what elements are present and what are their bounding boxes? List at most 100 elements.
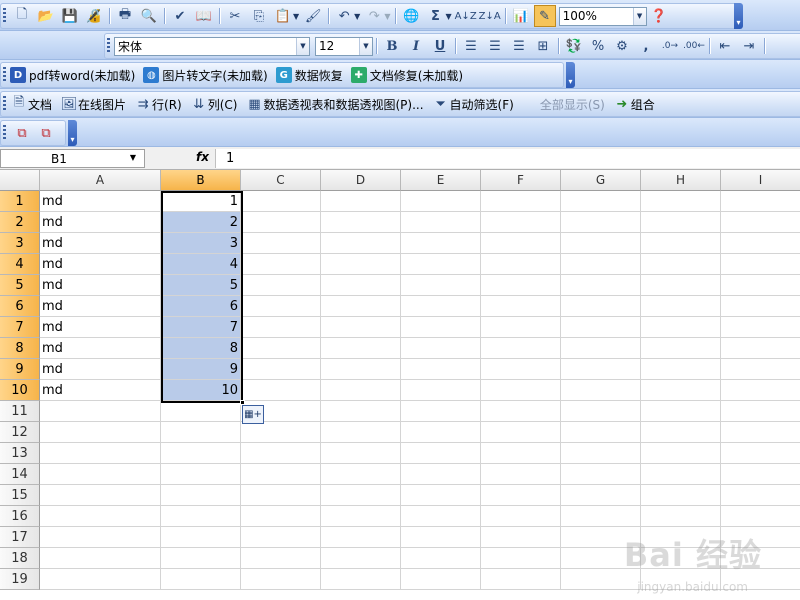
cell-a4[interactable]: md	[40, 254, 161, 275]
cell-b17[interactable]	[161, 527, 241, 548]
pivot-item-autofilter[interactable]: ⏷ 自动筛选(F)	[432, 93, 513, 115]
cell-i4[interactable]	[721, 254, 800, 275]
row-header-14[interactable]: 14	[0, 464, 40, 485]
cell-h16[interactable]	[641, 506, 721, 527]
cell-i3[interactable]	[721, 233, 800, 254]
print-preview-icon[interactable]: 🔍	[138, 5, 160, 27]
cell-d8[interactable]	[321, 338, 401, 359]
chart-wizard-icon[interactable]: 📊	[510, 5, 532, 27]
autofill-options-icon[interactable]: ▦+	[242, 405, 264, 424]
cell-b3[interactable]: 3	[161, 233, 241, 254]
pdf-options-icon[interactable]: ⧉	[35, 122, 57, 144]
column-header-d[interactable]: D	[321, 170, 401, 191]
cell-g12[interactable]	[561, 422, 641, 443]
cell-d16[interactable]	[321, 506, 401, 527]
toolbar-options-icon[interactable]: ▾	[734, 3, 743, 29]
row-header-17[interactable]: 17	[0, 527, 40, 548]
cell-f15[interactable]	[481, 485, 561, 506]
row-header-4[interactable]: 4	[0, 254, 40, 275]
cell-d1[interactable]	[321, 191, 401, 212]
permission-icon[interactable]: 🔏	[83, 5, 105, 27]
comma-button[interactable]: ,	[635, 35, 657, 57]
cell-b2[interactable]: 2	[161, 212, 241, 233]
cell-c6[interactable]	[241, 296, 321, 317]
column-header-a[interactable]: A	[40, 170, 161, 191]
font-name-combo[interactable]: 宋体 ▼	[114, 36, 310, 56]
select-all-corner[interactable]	[0, 170, 40, 191]
cell-b9[interactable]: 9	[161, 359, 241, 380]
cell-d4[interactable]	[321, 254, 401, 275]
cell-f8[interactable]	[481, 338, 561, 359]
cell-b4[interactable]: 4	[161, 254, 241, 275]
column-header-b[interactable]: B	[161, 170, 241, 191]
cell-a1[interactable]: md	[40, 191, 161, 212]
cell-a11[interactable]	[40, 401, 161, 422]
zoom-combo[interactable]: 100% ▼	[558, 6, 647, 26]
cell-e19[interactable]	[401, 569, 481, 590]
currency-icon[interactable]: 💱	[563, 35, 585, 57]
cell-c9[interactable]	[241, 359, 321, 380]
print-icon[interactable]: 🖶	[114, 5, 136, 27]
cell-a3[interactable]: md	[40, 233, 161, 254]
cell-d6[interactable]	[321, 296, 401, 317]
cell-a19[interactable]	[40, 569, 161, 590]
cell-c16[interactable]	[241, 506, 321, 527]
row-header-8[interactable]: 8	[0, 338, 40, 359]
cell-i14[interactable]	[721, 464, 800, 485]
cell-e18[interactable]	[401, 548, 481, 569]
cell-e14[interactable]	[401, 464, 481, 485]
row-header-9[interactable]: 9	[0, 359, 40, 380]
name-box[interactable]: B1 ▼	[0, 149, 145, 168]
cell-f1[interactable]	[481, 191, 561, 212]
sort-ascending-icon[interactable]: A↓Z	[455, 5, 477, 27]
cell-d10[interactable]	[321, 380, 401, 401]
cell-h5[interactable]	[641, 275, 721, 296]
cell-a5[interactable]: md	[40, 275, 161, 296]
cell-e15[interactable]	[401, 485, 481, 506]
cell-d7[interactable]	[321, 317, 401, 338]
cell-f16[interactable]	[481, 506, 561, 527]
row-header-16[interactable]: 16	[0, 506, 40, 527]
cell-b15[interactable]	[161, 485, 241, 506]
cell-h15[interactable]	[641, 485, 721, 506]
cell-i9[interactable]	[721, 359, 800, 380]
cell-c8[interactable]	[241, 338, 321, 359]
pivot-item-show-all[interactable]: 全部显示(S)	[540, 96, 605, 113]
cell-g2[interactable]	[561, 212, 641, 233]
cell-b12[interactable]	[161, 422, 241, 443]
cell-g7[interactable]	[561, 317, 641, 338]
toolbar-options-icon[interactable]: ▾	[566, 62, 575, 88]
row-header-3[interactable]: 3	[0, 233, 40, 254]
euro-icon[interactable]: ⚙	[611, 35, 633, 57]
cell-h2[interactable]	[641, 212, 721, 233]
paste-icon[interactable]: 📋	[272, 5, 294, 27]
cell-g1[interactable]	[561, 191, 641, 212]
cell-h4[interactable]	[641, 254, 721, 275]
cell-i11[interactable]	[721, 401, 800, 422]
ext-item-doc-repair[interactable]: ✚ 文档修复(未加载)	[350, 67, 463, 84]
cell-i5[interactable]	[721, 275, 800, 296]
cell-g6[interactable]	[561, 296, 641, 317]
cell-d11[interactable]	[321, 401, 401, 422]
cell-e11[interactable]	[401, 401, 481, 422]
cell-f6[interactable]	[481, 296, 561, 317]
cell-d19[interactable]	[321, 569, 401, 590]
cell-f9[interactable]	[481, 359, 561, 380]
research-icon[interactable]: 📖	[193, 5, 215, 27]
pivot-item-doc[interactable]: 🗎 文档	[10, 93, 52, 115]
row-header-6[interactable]: 6	[0, 296, 40, 317]
decrease-decimal-icon[interactable]: .00←	[683, 35, 705, 57]
row-header-13[interactable]: 13	[0, 443, 40, 464]
cell-h7[interactable]	[641, 317, 721, 338]
cell-i13[interactable]	[721, 443, 800, 464]
chevron-down-icon[interactable]: ▼	[130, 153, 136, 162]
help-icon[interactable]: ❓	[648, 5, 670, 27]
cell-b10[interactable]: 10	[161, 380, 241, 401]
cell-a10[interactable]: md	[40, 380, 161, 401]
cell-e1[interactable]	[401, 191, 481, 212]
sort-descending-icon[interactable]: Z↓A	[479, 5, 501, 27]
row-header-7[interactable]: 7	[0, 317, 40, 338]
row-header-10[interactable]: 10	[0, 380, 40, 401]
row-header-2[interactable]: 2	[0, 212, 40, 233]
cell-a2[interactable]: md	[40, 212, 161, 233]
